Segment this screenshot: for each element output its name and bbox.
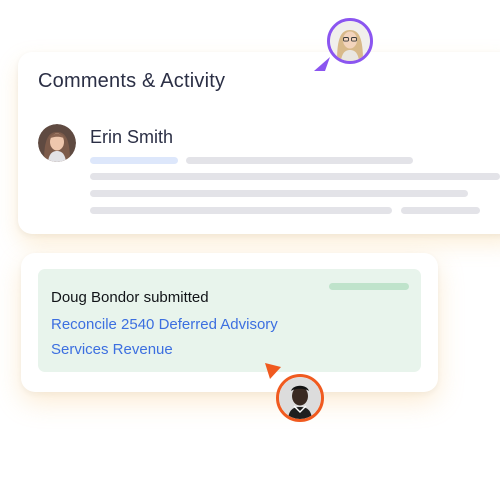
submission-card: Doug Bondor submitted Reconcile 2540 Def… — [21, 253, 438, 392]
cursor-arrow-icon — [260, 358, 284, 382]
text-placeholder — [90, 173, 500, 180]
status-placeholder-bar — [329, 283, 409, 290]
commenter-name: Erin Smith — [90, 127, 174, 147]
text-placeholder — [90, 190, 468, 197]
comments-activity-card: Comments & Activity Erin Smith — [18, 52, 500, 234]
card-title: Comments & Activity — [38, 70, 226, 92]
text-placeholder — [186, 157, 413, 164]
avatar[interactable] — [38, 124, 76, 162]
task-link[interactable]: Reconcile 2540 Deferred Advisory Service… — [51, 312, 331, 362]
cursor-arrow-icon — [311, 54, 335, 78]
text-placeholder — [90, 207, 392, 214]
text-placeholder — [90, 157, 178, 164]
submission-notification: Doug Bondor submitted Reconcile 2540 Def… — [38, 269, 421, 372]
submitter-text: Doug Bondor submitted — [51, 289, 209, 306]
text-placeholder — [401, 207, 480, 214]
